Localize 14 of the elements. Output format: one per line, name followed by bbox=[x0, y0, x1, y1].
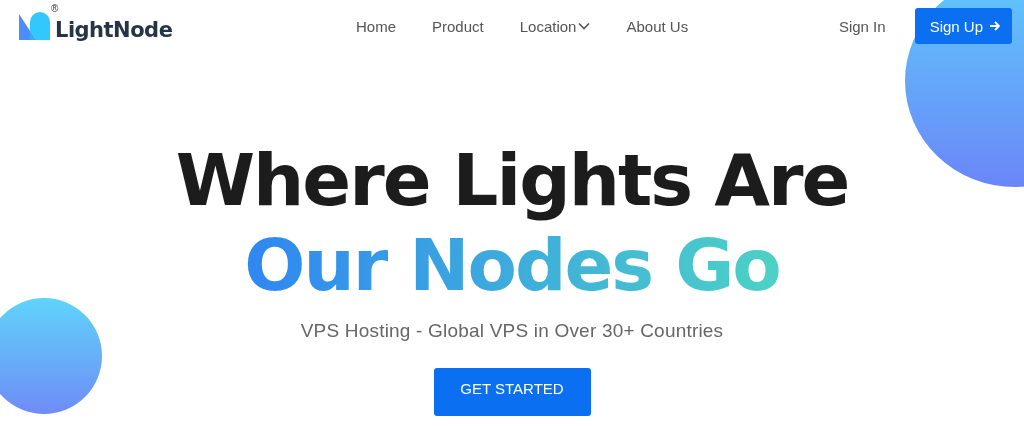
logo-text: LightNode bbox=[55, 18, 173, 42]
logo-icon bbox=[19, 12, 51, 40]
nav-link[interactable]: About Us bbox=[626, 17, 689, 35]
registered-mark: ® bbox=[51, 3, 59, 14]
hero-subtitle: VPS Hosting - Global VPS in Over 30+ Countries bbox=[300, 320, 724, 342]
sign-in-link[interactable]: Sign In bbox=[838, 17, 886, 35]
chevron-down-icon bbox=[578, 22, 591, 30]
get-started-button[interactable]: GET STARTED bbox=[433, 368, 591, 416]
arrow-right-icon bbox=[989, 20, 1001, 32]
nav-dropdown[interactable]: Location bbox=[519, 17, 591, 35]
sign-up-button[interactable]: Sign Up bbox=[914, 8, 1012, 44]
hero-title-line: Where Lights Are bbox=[175, 138, 849, 223]
nav-link[interactable]: Home bbox=[356, 17, 396, 35]
nav-link[interactable]: Product bbox=[432, 17, 484, 35]
